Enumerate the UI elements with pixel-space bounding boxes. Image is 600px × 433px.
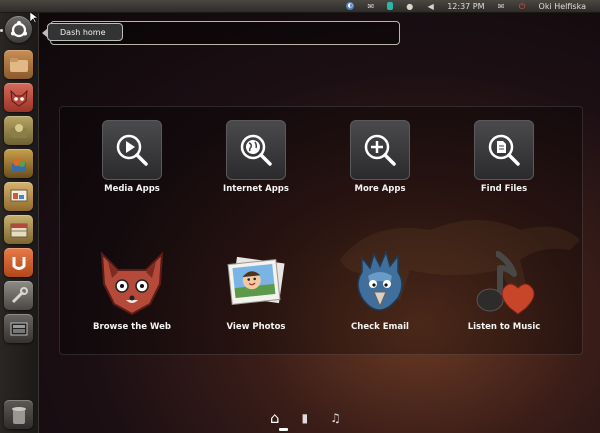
file-search-icon [488, 134, 520, 166]
active-indicator [0, 29, 3, 32]
trash-icon [11, 406, 26, 424]
home-folder-button[interactable] [4, 50, 33, 79]
view-photos-label: View Photos [226, 322, 286, 332]
find-files-category[interactable]: Find Files [444, 120, 564, 194]
dash-home-button[interactable] [5, 16, 32, 43]
system-tray: ◐ ✉ ● ◀ 12:37 PM ✉ ⏻ Oki Helfiska [346, 2, 600, 11]
internet-apps-tile[interactable] [226, 120, 286, 180]
more-apps-category[interactable]: More Apps [320, 120, 440, 194]
dash-home-tooltip: Dash home [42, 23, 123, 41]
browse-the-web-label: Browse the Web [93, 322, 171, 332]
more-apps-tile[interactable] [350, 120, 410, 180]
globe-search-icon [240, 134, 272, 166]
firefox-icon [9, 89, 28, 107]
media-apps-label: Media Apps [104, 184, 160, 194]
app-icon [10, 123, 27, 138]
top-panel: ◐ ✉ ● ◀ 12:37 PM ✉ ⏻ Oki Helfiska [0, 0, 600, 13]
lens-bar: ⌂ ▮ ♫ [270, 409, 341, 427]
check-email-label: Check Email [351, 322, 409, 332]
music-note-heart-icon [476, 251, 535, 315]
listen-to-music-label: Listen to Music [467, 322, 541, 332]
find-files-tile[interactable] [474, 120, 534, 180]
plus-search-icon [364, 134, 396, 166]
files-lens-icon[interactable]: ▮ [302, 411, 309, 425]
music-lens-icon[interactable]: ♫ [330, 411, 341, 425]
folder-icon [9, 57, 28, 72]
mail-indicator-icon[interactable]: ✉ [497, 2, 506, 11]
clock[interactable]: 12:37 PM [447, 2, 484, 11]
calendar-icon [10, 223, 27, 237]
system-settings-button[interactable] [4, 281, 33, 310]
trash-button[interactable] [4, 400, 33, 429]
media-apps-category[interactable]: Media Apps [72, 120, 192, 194]
presentation-icon [10, 189, 27, 201]
view-photos-shortcut[interactable]: View Photos [196, 248, 316, 332]
play-search-icon [116, 134, 148, 166]
media-apps-tile[interactable] [102, 120, 162, 180]
check-email-shortcut[interactable]: Check Email [320, 248, 440, 332]
app-launcher-4[interactable] [4, 149, 33, 178]
user-icon[interactable]: ⏻ [518, 2, 527, 11]
listen-to-music-shortcut[interactable]: Listen to Music [444, 248, 564, 332]
battery-icon[interactable] [387, 2, 394, 10]
app-launcher-5[interactable] [4, 182, 33, 211]
wrench-icon [11, 286, 28, 303]
browse-the-web-shortcut[interactable]: Browse the Web [72, 248, 192, 332]
software-center-button[interactable] [4, 248, 33, 277]
active-lens-indicator [279, 428, 288, 431]
app-launcher-3[interactable] [4, 116, 33, 145]
app-icon [11, 157, 26, 171]
fox-icon [100, 251, 164, 316]
workspace-icon [10, 322, 27, 335]
internet-apps-category[interactable]: Internet Apps [196, 120, 316, 194]
network-icon[interactable]: ◐ [346, 2, 355, 10]
bird-icon [357, 249, 403, 311]
search-input[interactable] [121, 25, 395, 43]
user-name[interactable]: Oki Helfiska [539, 2, 586, 11]
mail-icon[interactable]: ✉ [366, 2, 375, 11]
volume-icon[interactable]: ◀ [426, 2, 435, 11]
photos-icon [227, 256, 285, 305]
firefox-button[interactable] [4, 83, 33, 112]
home-lens-icon[interactable]: ⌂ [270, 409, 280, 427]
find-files-label: Find Files [480, 184, 528, 194]
internet-apps-label: Internet Apps [223, 184, 289, 194]
software-center-icon [12, 256, 25, 270]
more-apps-label: More Apps [354, 184, 406, 194]
launcher [0, 12, 39, 433]
workspace-switcher-button[interactable] [4, 314, 33, 343]
sound-icon[interactable]: ● [405, 2, 414, 11]
mouse-cursor-icon [30, 12, 38, 24]
app-launcher-6[interactable] [4, 215, 33, 244]
ubuntu-logo-icon [10, 20, 27, 37]
